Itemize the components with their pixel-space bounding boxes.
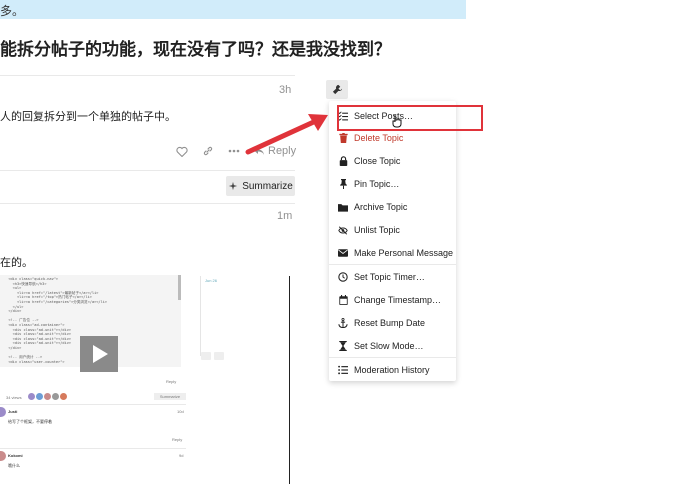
- menu-item-label: Pin Topic…: [354, 179, 400, 189]
- more-icon[interactable]: [227, 144, 241, 158]
- avatar: [52, 393, 59, 400]
- timeline-line: [200, 276, 201, 356]
- menu-item-make-personal-message[interactable]: Make Personal Message: [329, 242, 456, 264]
- menu-item-label: Reset Bump Date: [354, 318, 426, 328]
- post-divider: [0, 75, 295, 76]
- video-thumbnail[interactable]: [80, 336, 118, 372]
- menu-item-unlist-topic[interactable]: Unlist Topic: [329, 219, 456, 241]
- mini-reply: Reply: [166, 379, 177, 384]
- avatar: [44, 393, 51, 400]
- reply-time: 10d: [177, 409, 184, 414]
- avatar: [60, 393, 67, 400]
- mini-summarize-label: Summarize: [159, 394, 181, 399]
- clock-icon: [338, 272, 348, 282]
- heart-icon[interactable]: [175, 144, 189, 158]
- avatar: [0, 407, 6, 417]
- post-time[interactable]: 1m: [277, 210, 292, 222]
- menu-item-label: Unlist Topic: [354, 225, 400, 235]
- hand-cursor-icon: [392, 115, 402, 128]
- menu-item-archive-topic[interactable]: Archive Topic: [329, 196, 456, 218]
- menu-item-label: Archive Topic: [354, 202, 408, 212]
- menu-item-label: Delete Topic: [354, 133, 404, 143]
- wrench-icon: [332, 84, 342, 95]
- scrollbar: [178, 275, 181, 300]
- hourglass-icon: [338, 341, 348, 351]
- menu-item-label: Make Personal Message: [354, 248, 454, 258]
- notify-mini-button: [214, 352, 224, 360]
- mini-reply: Reply: [172, 437, 183, 442]
- summarize-button[interactable]: Summarize: [226, 176, 295, 196]
- menu-item-set-slow-mode[interactable]: Set Slow Mode…: [329, 335, 456, 357]
- menu-item-label: Change Timestamp…: [354, 295, 442, 305]
- menu-item-pin-topic[interactable]: Pin Topic…: [329, 173, 456, 195]
- lock-icon: [338, 156, 348, 166]
- reply-username: Justi: [8, 409, 18, 414]
- admin-menu: Select Posts… Delete Topic Close Topic Pin …: [329, 101, 456, 381]
- reply-body: 哦什么: [8, 463, 20, 468]
- menu-item-change-timestamp[interactable]: Change Timestamp…: [329, 289, 456, 311]
- folder-icon: [338, 202, 348, 212]
- timeline-date: Jun 26: [205, 278, 218, 283]
- sparkle-icon: [229, 181, 238, 191]
- thumbtack-icon: [338, 179, 348, 189]
- post-body: 人的回复拆分到一个单独的帖子中。: [0, 111, 176, 123]
- menu-item-moderation-history[interactable]: Moderation History: [329, 359, 456, 381]
- summarize-label: Summarize: [242, 180, 293, 192]
- annotation-arrow-icon: [245, 114, 328, 155]
- play-icon: [93, 345, 108, 363]
- avatar: [28, 393, 35, 400]
- menu-separator: [329, 264, 456, 265]
- post-divider: [0, 170, 295, 171]
- reply-time: 9d: [179, 453, 184, 458]
- post-divider: [0, 203, 295, 204]
- menu-item-close-topic[interactable]: Close Topic: [329, 150, 456, 172]
- list-icon: [338, 365, 348, 375]
- participant-avatars: [28, 393, 67, 400]
- avatar: [36, 393, 43, 400]
- reply-mini-button: [201, 352, 211, 360]
- admin-wrench-button[interactable]: [326, 80, 348, 99]
- link-icon[interactable]: [201, 144, 215, 158]
- post-body: 在的。: [0, 257, 33, 269]
- eye-slash-icon: [338, 225, 348, 235]
- menu-item-reset-bump-date[interactable]: Reset Bump Date: [329, 312, 456, 334]
- info-banner: 多。: [0, 0, 466, 19]
- highlight-box: [337, 105, 483, 131]
- menu-item-label: Set Slow Mode…: [354, 341, 424, 351]
- menu-item-label: Close Topic: [354, 156, 401, 166]
- avatar: [0, 451, 6, 461]
- menu-item-label: Moderation History: [354, 365, 430, 375]
- trash-icon: [338, 133, 348, 143]
- topic-title[interactable]: 能拆分帖子的功能，现在没有了吗？还是我没找到？: [0, 35, 391, 60]
- post-time[interactable]: 3h: [279, 84, 291, 96]
- reply-body: 给写了个框架，不要停着: [8, 419, 52, 424]
- divider-line: [289, 276, 290, 484]
- post-divider: [0, 448, 186, 449]
- menu-separator: [329, 357, 456, 358]
- calendar-icon: [338, 295, 348, 305]
- banner-text: 多。: [0, 4, 25, 18]
- post-divider: [0, 404, 186, 405]
- anchor-icon: [338, 318, 348, 328]
- mini-summarize-button: Summarize: [154, 393, 186, 400]
- envelope-icon: [338, 248, 348, 258]
- menu-item-set-topic-timer[interactable]: Set Topic Timer…: [329, 266, 456, 288]
- menu-item-label: Set Topic Timer…: [354, 272, 425, 282]
- views-count: 34 views: [6, 395, 22, 400]
- reply-username: Kokomi: [8, 453, 23, 458]
